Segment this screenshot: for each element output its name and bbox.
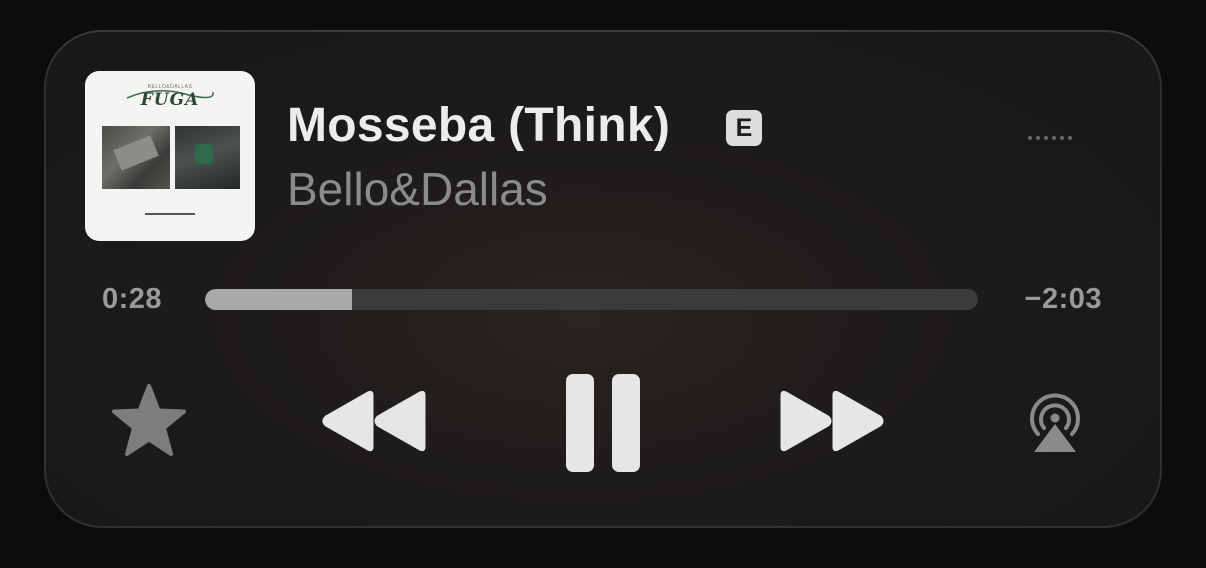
progress-fill — [205, 289, 352, 310]
track-title: Mosseba (Think) — [287, 99, 671, 152]
album-art-caption — [145, 213, 195, 215]
album-art-title: FUGA — [140, 90, 200, 110]
progress-bar[interactable] — [205, 289, 978, 310]
artist-name[interactable]: Bello&Dallas — [287, 162, 548, 216]
airplay-icon[interactable] — [1020, 388, 1090, 456]
elapsed-time: 0:28 — [102, 283, 163, 315]
now-playing-widget: BELLO&DALLAS FUGA Mosseba (Think) E Bell… — [44, 30, 1162, 528]
star-icon[interactable] — [110, 382, 188, 460]
pause-icon[interactable] — [564, 372, 642, 474]
album-art[interactable]: BELLO&DALLAS FUGA — [85, 71, 255, 241]
remaining-time: −2:03 — [1024, 283, 1102, 315]
more-options-icon[interactable] — [1028, 130, 1072, 146]
explicit-badge: E — [726, 110, 762, 146]
rewind-icon[interactable] — [320, 389, 428, 453]
fast-forward-icon[interactable] — [778, 389, 886, 453]
album-art-photo-left — [102, 126, 170, 189]
album-art-photo-right — [175, 126, 240, 189]
